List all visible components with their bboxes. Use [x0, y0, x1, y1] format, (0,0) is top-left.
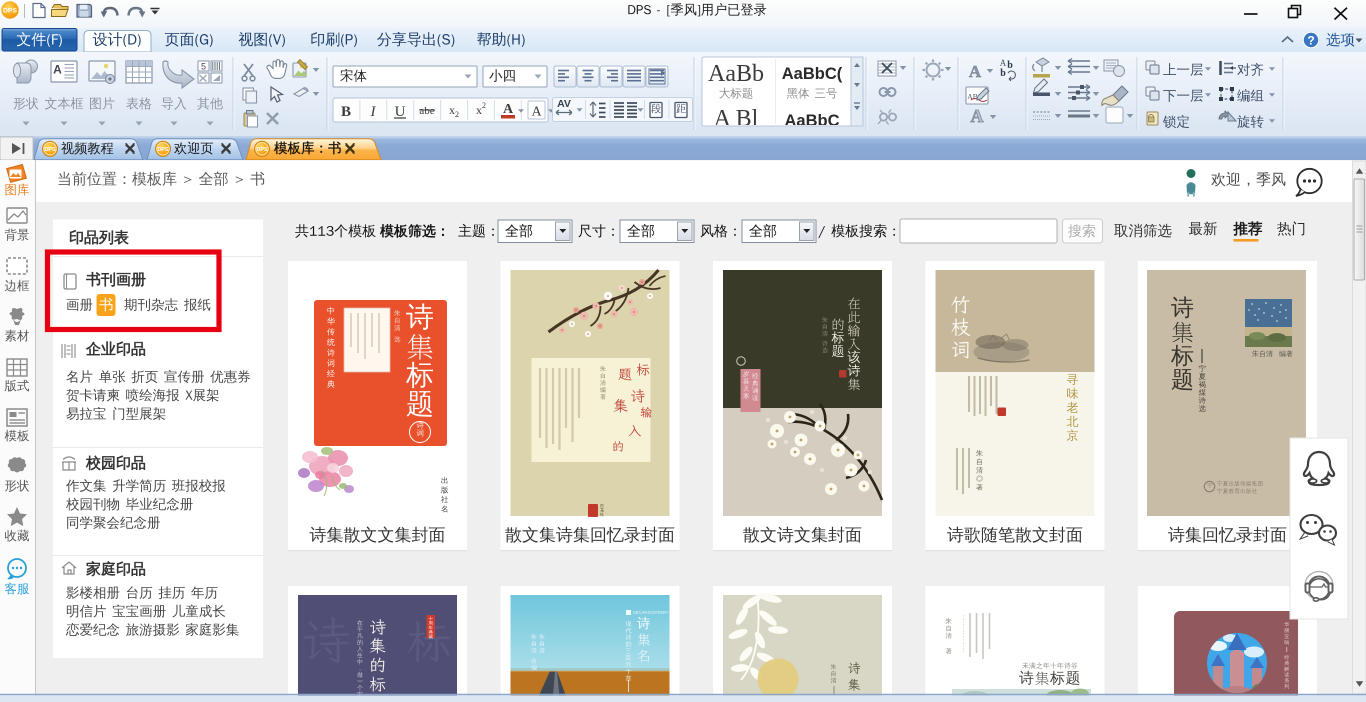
svg-text:A: A — [531, 105, 542, 120]
svg-text:b: b — [1007, 60, 1013, 71]
svg-text:I: I — [370, 104, 377, 120]
svg-text:A: A — [1000, 58, 1007, 68]
svg-text:AaBbC(: AaBbC( — [782, 65, 843, 83]
svg-text:b: b — [1000, 68, 1006, 79]
svg-text:DPS: DPS — [3, 8, 17, 15]
svg-text:5: 5 — [201, 62, 206, 72]
svg-text:2: 2 — [482, 101, 486, 110]
svg-text:abe: abe — [419, 105, 434, 117]
svg-text:A: A — [971, 106, 984, 126]
svg-text:B: B — [341, 104, 351, 120]
svg-text:AV: AV — [557, 98, 571, 110]
svg-text:DPS: DPS — [44, 147, 55, 153]
svg-text:?: ? — [1307, 33, 1314, 47]
svg-text:A: A — [53, 63, 62, 77]
svg-text:2: 2 — [455, 110, 459, 119]
svg-text:DPS: DPS — [256, 147, 267, 153]
svg-text:A: A — [969, 62, 982, 81]
svg-text:DPS: DPS — [157, 147, 168, 153]
svg-text:AaBb: AaBb — [708, 61, 764, 87]
svg-text:A: A — [503, 102, 514, 117]
